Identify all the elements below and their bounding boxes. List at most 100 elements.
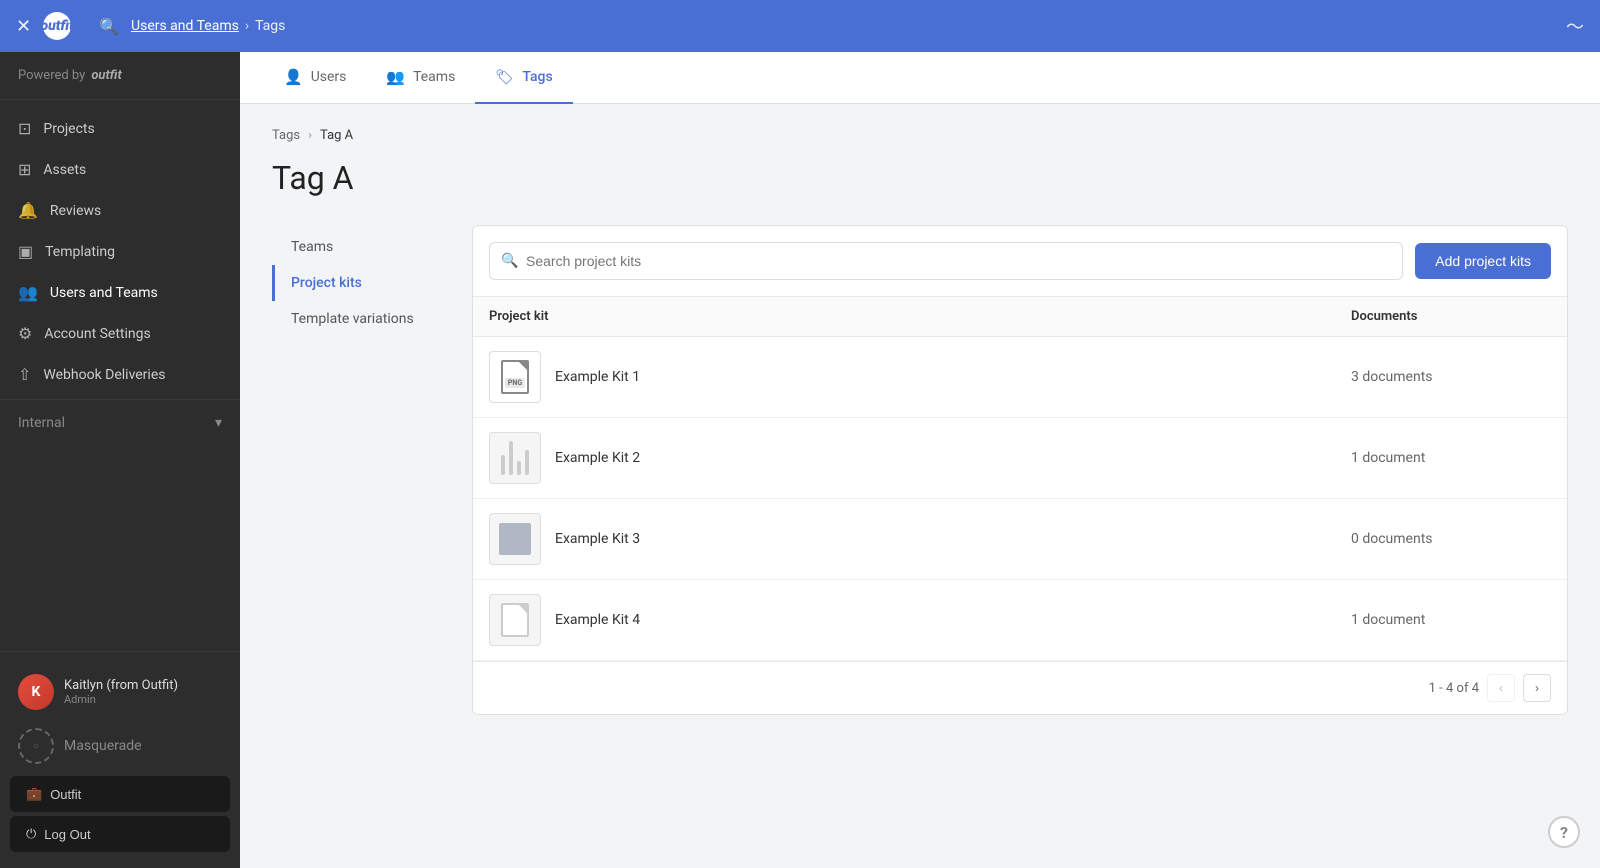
avatar: K — [18, 674, 54, 710]
sidebar-item-users-and-teams[interactable]: 👥 Users and Teams — [0, 272, 240, 313]
powered-by-label: Powered by — [18, 68, 85, 83]
projects-icon: ⊡ — [18, 119, 31, 138]
kit-thumb-lines — [493, 433, 537, 483]
page-breadcrumb-current: Tag A — [320, 128, 353, 143]
user-role: Admin — [64, 693, 178, 706]
docs-cell-4: 1 document — [1351, 612, 1551, 628]
search-box: 🔍 — [489, 242, 1403, 280]
search-row: 🔍 Add project kits — [473, 226, 1567, 297]
powered-by-brand: outfit — [91, 68, 121, 83]
png-file-icon: PNG — [490, 352, 540, 402]
chevron-down-icon: ▾ — [215, 415, 222, 431]
pagination-next-button[interactable]: › — [1523, 674, 1551, 702]
png-label: PNG — [505, 378, 525, 388]
sidebar-user[interactable]: K Kaitlyn (from Outfit) Admin — [0, 664, 240, 720]
thumb-line — [509, 441, 513, 475]
sidebar-item-account-settings[interactable]: ⚙ Account Settings — [0, 313, 240, 354]
kit-cell-2: Example Kit 2 — [489, 432, 1351, 484]
kit-thumbnail-3 — [489, 513, 541, 565]
sidebar-item-reviews[interactable]: 🔔 Reviews — [0, 190, 240, 231]
briefcase-icon: 💼 — [26, 786, 42, 802]
tab-users-label: Users — [311, 69, 347, 85]
sidebar-item-webhook[interactable]: ⇧ Webhook Deliveries — [0, 354, 240, 395]
tag-sidebar-teams[interactable]: Teams — [272, 229, 472, 265]
user-icon: 👤 — [284, 68, 303, 86]
sidebar-item-assets[interactable]: ⊞ Assets — [0, 149, 240, 190]
help-button[interactable]: ? — [1548, 816, 1580, 848]
breadcrumb-current: Tags — [255, 18, 285, 34]
tab-users[interactable]: 👤 Users — [264, 52, 366, 104]
sidebar-bottom: K Kaitlyn (from Outfit) Admin ○ Masquera… — [0, 651, 240, 868]
kit-thumbnail-1: PNG — [489, 351, 541, 403]
main-layout: Powered by outfit ⊡ Projects ⊞ Assets 🔔 … — [0, 52, 1600, 868]
add-project-kits-button[interactable]: Add project kits — [1415, 243, 1551, 279]
masquerade-item[interactable]: ○ Masquerade — [0, 720, 240, 772]
trend-icon: 〜 — [1566, 17, 1584, 38]
breadcrumb-separator: › — [245, 18, 249, 34]
tab-teams-label: Teams — [413, 69, 455, 85]
docs-cell-1: 3 documents — [1351, 369, 1551, 385]
user-name: Kaitlyn (from Outfit) — [64, 678, 178, 693]
internal-label: Internal — [18, 415, 65, 431]
kit-thumb-doc — [501, 603, 529, 637]
kit-cell-1: PNG Example Kit 1 — [489, 351, 1351, 403]
header-right: 〜 — [1566, 13, 1584, 39]
table-row: Example Kit 4 1 document — [473, 580, 1567, 661]
docs-cell-2: 1 document — [1351, 450, 1551, 466]
table-header: Project kit Documents — [473, 297, 1567, 337]
table-row: PNG Example Kit 1 3 documents — [473, 337, 1567, 418]
col-header-docs: Documents — [1351, 309, 1551, 324]
app-header: ✕ outfit 🔍 Users and Teams › Tags 〜 — [0, 0, 1600, 52]
search-input[interactable] — [489, 242, 1403, 280]
table-row: Example Kit 2 1 document — [473, 418, 1567, 499]
search-icon[interactable]: 🔍 — [99, 17, 119, 36]
reviews-icon: 🔔 — [18, 201, 38, 220]
users-teams-icon: 👥 — [18, 283, 38, 302]
sidebar-item-templating[interactable]: ▣ Templating — [0, 231, 240, 272]
templating-icon: ▣ — [18, 242, 33, 261]
page-title: Tag A — [272, 159, 1568, 197]
webhook-icon: ⇧ — [18, 365, 31, 384]
account-settings-icon: ⚙ — [18, 324, 32, 343]
close-button[interactable]: ✕ — [16, 16, 31, 37]
pagination-prev-button[interactable]: ‹ — [1487, 674, 1515, 702]
tag-main-panel: 🔍 Add project kits Project kit Documents — [472, 225, 1568, 715]
tags-tab-icon: 🏷 — [495, 68, 514, 86]
tab-tags[interactable]: 🏷 Tags — [475, 52, 572, 104]
kit-name-3: Example Kit 3 — [555, 531, 640, 547]
sidebar-item-label: Projects — [43, 121, 94, 137]
breadcrumb: Users and Teams › Tags — [131, 18, 285, 34]
pagination-info: 1 - 4 of 4 — [1429, 681, 1479, 696]
search-icon: 🔍 — [501, 253, 518, 269]
kit-name-2: Example Kit 2 — [555, 450, 640, 466]
sidebar-item-projects[interactable]: ⊡ Projects — [0, 108, 240, 149]
breadcrumb-link[interactable]: Users and Teams — [131, 18, 239, 34]
tabs-bar: 👤 Users 👥 Teams 🏷 Tags — [240, 52, 1600, 104]
page-breadcrumb: Tags › Tag A — [272, 128, 1568, 143]
sidebar-item-label: Webhook Deliveries — [43, 367, 165, 383]
page-breadcrumb-link[interactable]: Tags — [272, 128, 300, 143]
logo-text: outfit — [40, 18, 73, 34]
thumb-line — [525, 450, 529, 476]
thumb-line — [517, 461, 521, 475]
table-row: Example Kit 3 0 documents — [473, 499, 1567, 580]
tab-teams[interactable]: 👥 Teams — [366, 52, 475, 104]
pagination: 1 - 4 of 4 ‹ › — [473, 661, 1567, 714]
tag-sidebar-template-variations[interactable]: Template variations — [272, 301, 472, 337]
logout-button[interactable]: ⏻ Log Out — [10, 816, 230, 852]
tag-sidebar-project-kits[interactable]: Project kits — [272, 265, 472, 301]
sidebar-divider — [0, 399, 240, 400]
tab-tags-label: Tags — [522, 69, 552, 85]
kit-thumbnail-2 — [489, 432, 541, 484]
masquerade-avatar: ○ — [18, 728, 54, 764]
outfit-button[interactable]: 💼 Outfit — [10, 776, 230, 812]
sidebar: Powered by outfit ⊡ Projects ⊞ Assets 🔔 … — [0, 52, 240, 868]
file-corner — [519, 362, 527, 370]
user-info: Kaitlyn (from Outfit) Admin — [64, 678, 178, 706]
tag-layout: Teams Project kits Template variations 🔍… — [272, 225, 1568, 715]
teams-tab-icon: 👥 — [386, 68, 405, 86]
docs-cell-3: 0 documents — [1351, 531, 1551, 547]
sidebar-powered: Powered by outfit — [0, 52, 240, 100]
sidebar-internal[interactable]: Internal ▾ — [0, 404, 240, 442]
sidebar-item-label: Assets — [43, 162, 86, 178]
